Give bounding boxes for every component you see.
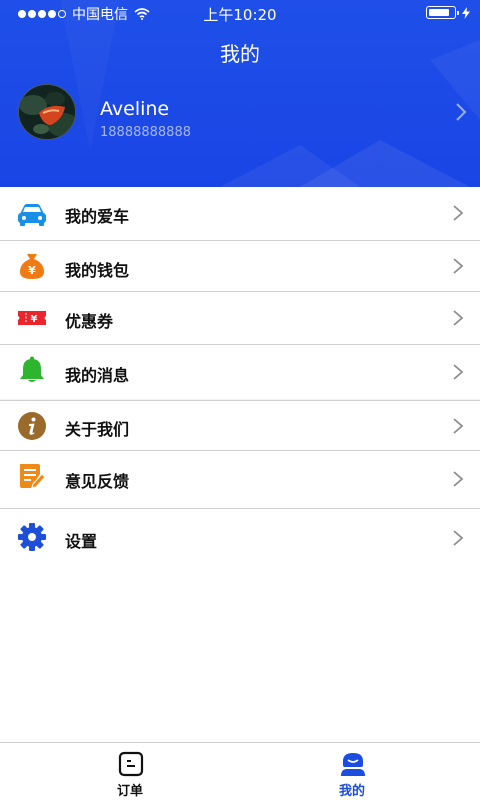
page-title: 我的 (220, 42, 260, 66)
car-icon (17, 199, 47, 229)
avatar[interactable] (18, 84, 76, 140)
menu-item-wallet[interactable]: ¥ 我的钱包 (0, 241, 480, 291)
menu-item-label: 意见反馈 (65, 472, 130, 491)
phone-number: 18888888888 (100, 125, 191, 140)
menu-item-coupon[interactable]: ¥ 优惠券 (0, 292, 480, 344)
menu-item-label: 优惠券 (65, 312, 114, 331)
chevron-right-icon (453, 205, 464, 221)
status-time: 上午10:20 (203, 6, 277, 24)
bell-icon (17, 355, 47, 385)
chevron-right-icon (453, 258, 464, 274)
menu-item-label: 关于我们 (65, 420, 130, 439)
coupon-icon: ¥ (17, 303, 47, 333)
menu-item-feedback[interactable]: 意见反馈 (0, 451, 480, 507)
tab-bar: 订单 我的 (0, 742, 480, 800)
chevron-right-icon (453, 530, 464, 546)
menu-item-messages[interactable]: 我的消息 (0, 345, 480, 399)
status-right (426, 6, 470, 19)
profile-icon (341, 753, 365, 776)
info-icon (17, 411, 47, 441)
menu-item-label: 我的钱包 (65, 261, 130, 280)
chevron-right-icon (453, 310, 464, 326)
username: Aveline (100, 98, 170, 120)
order-icon (118, 751, 144, 777)
profile-card[interactable]: Aveline 18888888888 (18, 84, 468, 140)
money-bag-icon: ¥ (17, 251, 47, 281)
feedback-icon (17, 462, 47, 492)
charging-icon (462, 6, 470, 19)
tab-profile[interactable]: 我的 (232, 743, 472, 800)
menu-item-label: 我的爱车 (65, 207, 130, 226)
menu-item-my-car[interactable]: 我的爱车 (0, 187, 480, 240)
menu-item-label: 设置 (65, 532, 98, 551)
chevron-right-icon (453, 364, 464, 380)
profile-header: 中国电信 上午10:20 我的 Aveline 18888888888 (0, 0, 480, 187)
svg-text:¥: ¥ (28, 264, 36, 277)
screen: 中国电信 上午10:20 我的 Aveline 18888888888 我的爱车… (0, 0, 480, 800)
chevron-right-icon (453, 418, 464, 434)
menu-item-about-us[interactable]: 关于我们 (0, 401, 480, 450)
status-bar: 中国电信 上午10:20 (0, 0, 480, 26)
chevron-right-icon[interactable] (454, 102, 468, 122)
battery-icon (426, 6, 459, 19)
tab-label: 订单 (116, 784, 143, 799)
menu-item-settings[interactable]: 设置 (0, 509, 480, 565)
chevron-right-icon (453, 471, 464, 487)
tab-label: 我的 (338, 784, 365, 799)
svg-text:¥: ¥ (31, 314, 38, 325)
gear-icon (17, 522, 47, 552)
tab-orders[interactable]: 订单 (10, 743, 250, 800)
menu-item-label: 我的消息 (65, 366, 130, 385)
